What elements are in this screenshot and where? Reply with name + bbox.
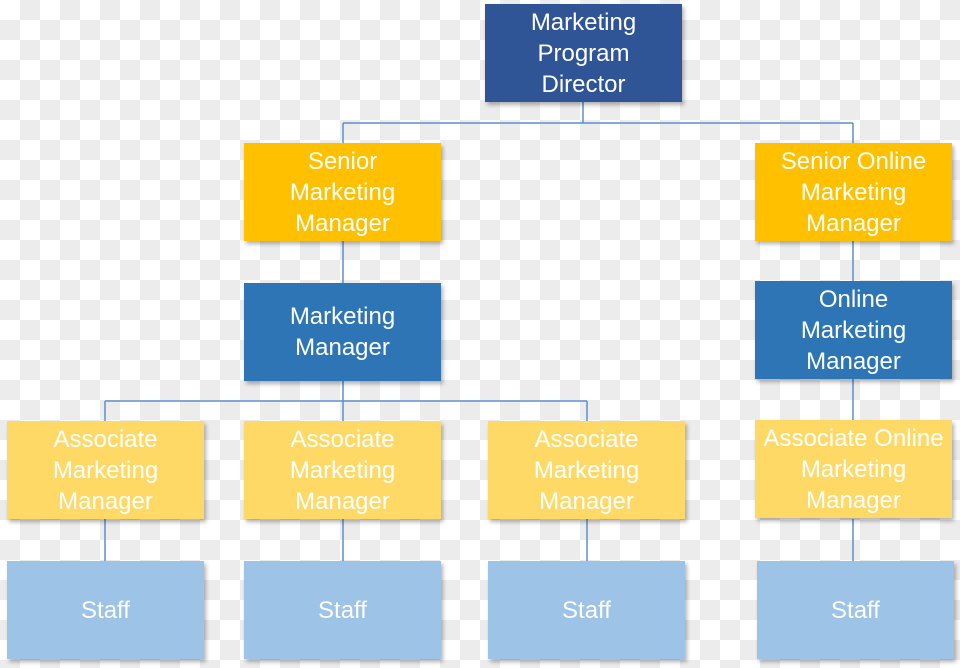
node-label: Staff — [81, 596, 130, 624]
node-label: Marketing Manager — [289, 303, 396, 361]
node-label: Staff — [318, 596, 367, 624]
node-associate-marketing-manager: Associate Marketing Manager — [7, 421, 204, 519]
node-label: Associate Marketing Manager — [289, 425, 396, 515]
node-label: Associate Marketing Manager — [52, 425, 159, 515]
node-senior-marketing-manager: Senior Marketing Manager — [244, 143, 441, 241]
node-marketing-program-director: Marketing Program Director — [485, 4, 682, 102]
node-label: Associate Online Marketing Manager — [763, 424, 944, 514]
node-online-marketing-manager: Online Marketing Manager — [755, 281, 952, 379]
node-senior-online-marketing-manager: Senior Online Marketing Manager — [755, 143, 952, 241]
connector-director — [342, 102, 854, 143]
node-label: Associate Marketing Manager — [533, 425, 640, 515]
node-staff: Staff — [488, 561, 685, 659]
node-staff: Staff — [757, 561, 954, 659]
node-label: Online Marketing Manager — [800, 285, 907, 375]
node-associate-marketing-manager: Associate Marketing Manager — [488, 421, 685, 519]
node-label: Staff — [831, 596, 880, 624]
node-label: Marketing Program Director — [530, 8, 637, 98]
node-staff: Staff — [7, 561, 204, 659]
connector-staff — [104, 519, 854, 561]
node-label: Senior Online Marketing Manager — [780, 147, 927, 237]
node-label: Staff — [562, 596, 611, 624]
node-staff: Staff — [244, 561, 441, 659]
node-marketing-manager: Marketing Manager — [244, 283, 441, 381]
node-associate-marketing-manager: Associate Marketing Manager — [244, 421, 441, 519]
node-label: Senior Marketing Manager — [289, 147, 396, 237]
connector-mm — [104, 381, 588, 421]
node-associate-online-marketing-manager: Associate Online Marketing Manager — [755, 420, 952, 518]
